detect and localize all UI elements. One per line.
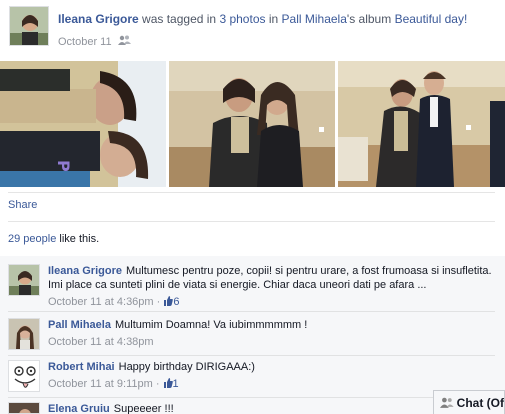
feed-story-header: Ileana Grigore was tagged in 3 photos in… [9,6,505,50]
chat-label: Chat (Of [456,395,504,410]
comment-time[interactable]: October 11 at 9:11pm [48,378,153,390]
comment-time[interactable]: October 11 at 4:36pm [48,296,154,308]
comment-item: Ileana Grigore Multumesc pentru poze, cop… [8,264,495,308]
comment-author-link[interactable]: Elena Gruiu [48,403,110,414]
comment-like-count[interactable]: 6 [163,296,180,308]
tagged-photos-grid: PORT [0,61,505,187]
comment-avatar[interactable] [8,264,40,296]
headline-text-2: in [268,12,279,26]
likes-summary: 29 people like this. [8,233,99,245]
comment-avatar[interactable] [8,318,40,350]
photo-2[interactable] [169,61,335,187]
share-link[interactable]: Share [8,199,37,211]
comment-body: Ileana Grigore Multumesc pentru poze, cop… [48,264,495,309]
comment-divider [8,397,495,398]
comment-meta: October 11 at 4:36pm · 6 [48,296,180,308]
comment-author-link[interactable]: Pall Mihaela [48,319,111,331]
divider [8,221,495,222]
friends-icon[interactable] [117,35,131,48]
photo-3[interactable] [338,61,505,187]
thumbs-up-icon [164,296,174,306]
comment-body: Robert Mihai Happy birthday DIRIGAAA:) Oc… [48,360,495,391]
comment-divider [8,355,495,356]
comment-meta: October 11 at 4:38pm [48,335,495,349]
story-meta: October 11 [58,35,131,48]
comment-text: Multumim Doamna! Va iubimmmmmm ! [114,319,308,331]
comment-body: Elena Gruiu Supeeeer !!! [48,402,495,414]
headline-text-1: was tagged in [142,12,217,26]
comment-text: Supeeeer !!! [113,403,174,414]
likes-count-link[interactable]: 29 people [8,233,56,245]
album-owner-link[interactable]: Pall Mihaela [282,12,347,26]
chat-tab[interactable]: Chat (Of [433,390,505,414]
comment-meta: October 11 at 9:11pm · 1 [48,378,179,390]
comment-author-link[interactable]: Ileana Grigore [48,265,122,277]
actor-name-link[interactable]: Ileana Grigore [58,12,139,26]
headline-text-3: 's album [346,12,392,26]
comment-text: Happy birthday DIRIGAAA:) [118,361,255,373]
comment-item: Robert Mihai Happy birthday DIRIGAAA:) Oc… [8,360,495,394]
photo-1[interactable]: PORT [0,61,166,187]
comment-avatar[interactable] [8,402,40,414]
comments-list: Ileana Grigore Multumesc pentru poze, cop… [0,256,505,414]
story-headline: Ileana Grigore was tagged in 3 photos in… [58,12,467,26]
thumbs-up-icon [163,378,173,388]
likes-suffix: like this. [59,233,100,245]
actor-avatar[interactable] [9,6,49,46]
comment-body: Pall Mihaela Multumim Doamna! Va iubimmmm… [48,318,495,349]
comment-item: Elena Gruiu Supeeeer !!! [8,402,495,414]
comment-author-link[interactable]: Robert Mihai [48,361,115,373]
friends-icon [440,397,454,408]
comment-avatar[interactable] [8,360,40,392]
photos-link[interactable]: 3 photos [219,12,265,26]
comment-divider [8,311,495,312]
divider [8,192,495,193]
comment-time[interactable]: October 11 at 4:38pm [48,336,154,348]
story-date[interactable]: October 11 [58,36,112,48]
comment-item: Pall Mihaela Multumim Doamna! Va iubimmmm… [8,318,495,352]
album-name-link[interactable]: Beautiful day! [395,12,468,26]
comment-like-count[interactable]: 1 [163,378,179,390]
